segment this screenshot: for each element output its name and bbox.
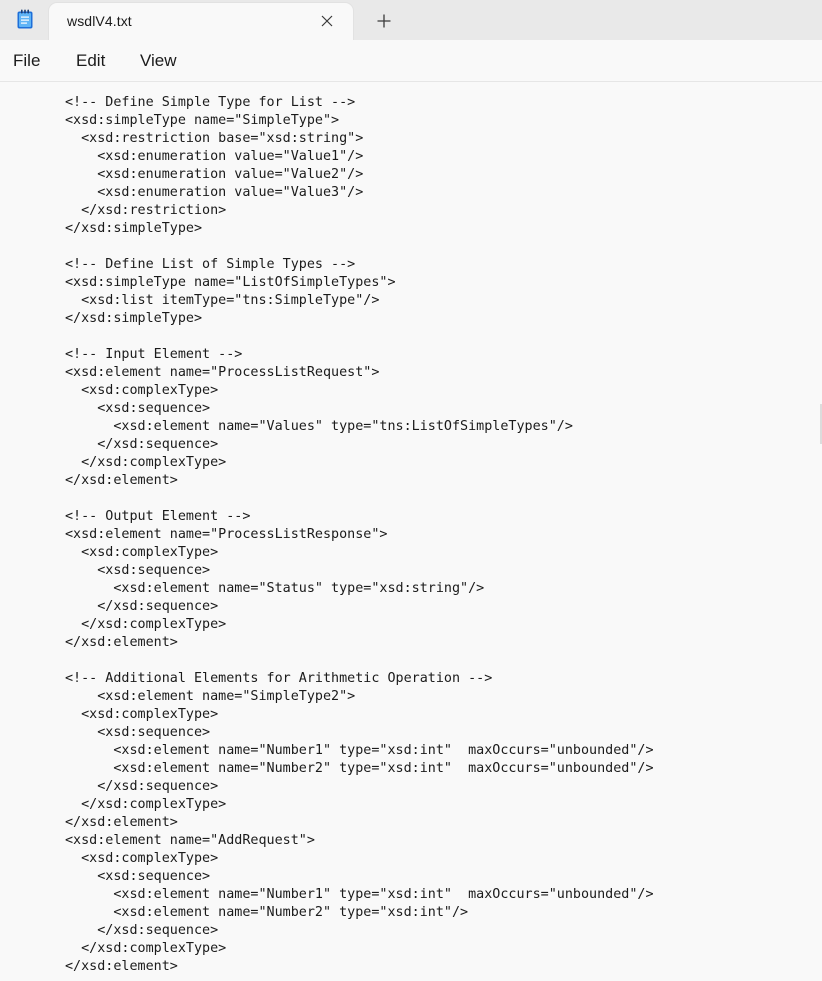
code-line: <xsd:list itemType="tns:SimpleType"/> bbox=[65, 293, 380, 308]
code-line: </xsd:complexType> bbox=[65, 941, 227, 956]
tab-wsdlv4[interactable]: wsdlV4.txt bbox=[49, 3, 353, 40]
menu-file[interactable]: File bbox=[13, 51, 40, 71]
code-line: </xsd:complexType> bbox=[65, 617, 227, 632]
menu-bar: File Edit View bbox=[0, 40, 822, 82]
tab-strip: wsdlV4.txt bbox=[0, 0, 822, 40]
code-line: <xsd:complexType> bbox=[65, 707, 219, 722]
code-line: <xsd:element name="Number2" type="xsd:in… bbox=[65, 761, 654, 776]
code-line: <xsd:simpleType name="SimpleType"> bbox=[65, 113, 340, 128]
code-line: <!-- Additional Elements for Arithmetic … bbox=[65, 671, 493, 686]
code-line: </xsd:sequence> bbox=[65, 437, 219, 452]
menu-view[interactable]: View bbox=[140, 51, 177, 71]
code-line: <xsd:complexType> bbox=[65, 383, 219, 398]
code-line: <xsd:enumeration value="Value1"/> bbox=[65, 149, 364, 164]
code-line: <xsd:complexType> bbox=[65, 851, 219, 866]
code-line: <xsd:enumeration value="Value3"/> bbox=[65, 185, 364, 200]
code-line: </xsd:element> bbox=[65, 815, 178, 830]
code-line: <xsd:simpleType name="ListOfSimpleTypes"… bbox=[65, 275, 396, 290]
code-line: <xsd:complexType> bbox=[65, 545, 219, 560]
code-line: <xsd:element name="Number2" type="xsd:in… bbox=[65, 905, 469, 920]
code-line: <xsd:element name="Number1" type="xsd:in… bbox=[65, 887, 654, 902]
code-line: <!-- Output Element --> bbox=[65, 509, 251, 524]
code-line: </xsd:restriction> bbox=[65, 203, 227, 218]
code-line: <xsd:sequence> bbox=[65, 725, 211, 740]
notepad-icon bbox=[16, 9, 34, 29]
code-line: <xsd:element name="ProcessListResponse"> bbox=[65, 527, 388, 542]
text-editor[interactable]: <!-- Define Simple Type for List --> <xsd… bbox=[0, 82, 822, 981]
code-line: <xsd:restriction base="xsd:string"> bbox=[65, 131, 364, 146]
menu-edit[interactable]: Edit bbox=[76, 51, 105, 71]
code-line: </xsd:complexType> bbox=[65, 797, 227, 812]
code-line: <xsd:element name="AddRequest"> bbox=[65, 833, 315, 848]
code-line: </xsd:sequence> bbox=[65, 779, 219, 794]
code-line: <xsd:sequence> bbox=[65, 869, 211, 884]
code-line: <xsd:element name="Number1" type="xsd:in… bbox=[65, 743, 654, 758]
code-line: <!-- Define Simple Type for List --> bbox=[65, 95, 356, 110]
tab-title: wsdlV4.txt bbox=[67, 13, 132, 29]
code-line: <xsd:sequence> bbox=[65, 563, 211, 578]
code-line: </xsd:complexType> bbox=[65, 455, 227, 470]
code-line: <!-- Define List of Simple Types --> bbox=[65, 257, 356, 272]
code-line: <xsd:element name="ProcessListRequest"> bbox=[65, 365, 380, 380]
notepad-window: wsdlV4.txt File Edit View <!-- Define Si… bbox=[0, 0, 822, 981]
plus-icon[interactable] bbox=[371, 9, 397, 33]
code-line: <xsd:element name="Status" type="xsd:str… bbox=[65, 581, 485, 596]
code-line: </xsd:sequence> bbox=[65, 923, 219, 938]
code-line: </xsd:element> bbox=[65, 635, 178, 650]
close-icon[interactable] bbox=[316, 10, 338, 32]
code-line: <xsd:element name="SimpleType2"> bbox=[65, 689, 356, 704]
code-line: <xsd:element name="Values" type="tns:Lis… bbox=[65, 419, 573, 434]
code-line: </xsd:element> bbox=[65, 473, 178, 488]
code-line: <!-- Input Element --> bbox=[65, 347, 243, 362]
code-line: </xsd:simpleType> bbox=[65, 221, 203, 236]
code-line: <xsd:sequence> bbox=[65, 401, 211, 416]
code-line: </xsd:sequence> bbox=[65, 599, 219, 614]
code-line: <xsd:enumeration value="Value2"/> bbox=[65, 167, 364, 182]
code-line: </xsd:element> bbox=[65, 959, 178, 974]
editor-content[interactable]: <!-- Define Simple Type for List --> <xsd… bbox=[65, 94, 654, 976]
code-line: </xsd:simpleType> bbox=[65, 311, 203, 326]
